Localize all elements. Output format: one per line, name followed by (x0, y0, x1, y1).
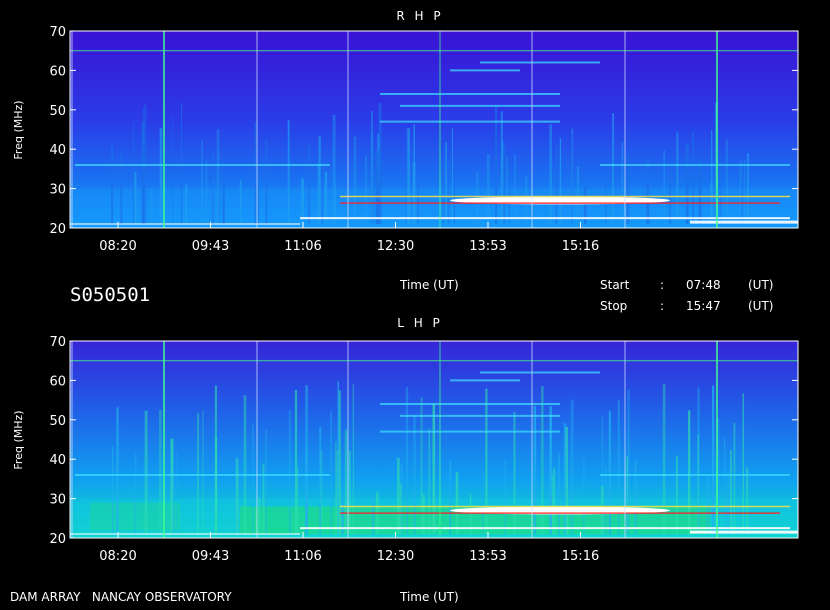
lhp-y-tick-label: 20 (49, 532, 66, 547)
rhp-x-tick-label: 08:20 (99, 239, 136, 254)
lhp-x-tick-label: 09:43 (192, 549, 229, 564)
stop-time: 15:47 (686, 299, 721, 313)
lhp-panel: L H P 20 30 40 50 60 70 08:20 09:43 11:06 12:30 1… (12, 316, 799, 564)
lhp-y-tick-label: 70 (49, 335, 66, 350)
rhp-x-tick-label: 13:53 (469, 239, 506, 254)
session-id: S050501 (70, 284, 150, 306)
rhp-y-axis-label: Freq (MHz) (12, 100, 25, 159)
rhp-y-tick-label: 50 (49, 104, 66, 119)
lhp-y-tick-label: 40 (49, 453, 66, 468)
rhp-y-tick-label: 20 (49, 222, 66, 237)
rhp-x-axis-label: Time (UT) (399, 278, 459, 292)
stop-unit: (UT) (748, 299, 773, 313)
dynamic-spectrum-figure: R H P 20 30 40 50 60 70 08:20 09:43 11:06 12:30 1… (10, 9, 799, 604)
rhp-y-tick-label: 30 (49, 183, 66, 198)
lhp-title: L H P (397, 316, 443, 330)
lhp-x-tick-label: 12:30 (377, 549, 414, 564)
rhp-y-tick-label: 40 (49, 143, 66, 158)
rhp-y-tick-label: 60 (49, 64, 66, 79)
lhp-y-tick-label: 60 (49, 374, 66, 389)
lhp-x-tick-label: 15:16 (562, 549, 599, 564)
observation-info: S050501 Time (UT) Start : 07:48 (UT) Sto… (70, 278, 773, 313)
start-separator: : (660, 278, 664, 292)
start-unit: (UT) (748, 278, 773, 292)
stop-separator: : (660, 299, 664, 313)
rhp-x-tick-label: 11:06 (284, 239, 321, 254)
footer: DAM ARRAY NANCAY OBSERVATORY Time (UT) (10, 590, 459, 604)
lhp-x-tick-label: 13:53 (469, 549, 506, 564)
rhp-y-tick-label: 70 (49, 25, 66, 40)
lhp-x-tick-label: 08:20 (99, 549, 136, 564)
lhp-x-axis-label-bottom: Time (UT) (399, 590, 459, 604)
rhp-title: R H P (396, 9, 443, 23)
rhp-x-tick-label: 15:16 (562, 239, 599, 254)
rhp-low-band (70, 188, 798, 228)
rhp-panel: R H P 20 30 40 50 60 70 08:20 09:43 11:06 12:30 1… (12, 9, 799, 254)
lhp-y-tick-label: 50 (49, 414, 66, 429)
rhp-x-tick-label: 12:30 (377, 239, 414, 254)
observatory-label: DAM ARRAY NANCAY OBSERVATORY (10, 590, 232, 604)
start-label: Start (600, 278, 630, 292)
lhp-x-tick-label: 11:06 (284, 549, 321, 564)
start-time: 07:48 (686, 278, 721, 292)
lhp-y-axis-label: Freq (MHz) (12, 410, 25, 469)
stop-label: Stop (600, 299, 627, 313)
lhp-y-tick-label: 30 (49, 493, 66, 508)
rhp-x-tick-label: 09:43 (192, 239, 229, 254)
